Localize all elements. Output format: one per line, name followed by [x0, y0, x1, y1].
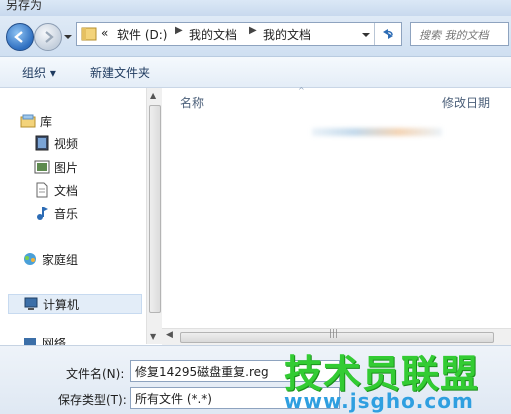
window-title: 另存为	[6, 0, 43, 12]
search-input[interactable]	[417, 24, 511, 46]
sidebar-item-pictures[interactable]: 图片	[34, 158, 78, 176]
organize-button[interactable]: 组织 ▾	[22, 64, 56, 81]
sidebar-item-library[interactable]: 库	[20, 112, 52, 130]
command-toolbar: 组织 ▾ 新建文件夹	[0, 57, 511, 88]
navigation-bar: « 软件 (D:) ▶ 我的文档 ▶ 我的文档	[0, 16, 511, 57]
filename-label: 文件名(N):	[66, 367, 125, 381]
sidebar-vertical-scrollbar[interactable]: ▲ ▼	[146, 88, 162, 344]
title-bar: 另存为	[0, 0, 511, 16]
address-overflow[interactable]: «	[101, 26, 108, 40]
sidebar-item-label: 文档	[54, 183, 79, 198]
filetype-label: 保存类型(T):	[58, 393, 127, 407]
arrow-left-icon	[14, 31, 23, 43]
file-list-pane[interactable]: 名称 ^ 修改日期	[162, 86, 511, 328]
sort-indicator-icon: ^	[298, 86, 305, 95]
homegroup-icon	[24, 253, 36, 265]
sidebar-item-label: 视频	[54, 136, 79, 151]
video-icon	[35, 135, 49, 151]
address-dropdown-icon[interactable]	[361, 29, 371, 43]
navigation-pane: 库 视频 图片 文档 音乐 家庭组 计算机 网络	[0, 88, 146, 346]
chevron-right-icon[interactable]: ▶	[249, 25, 257, 36]
sidebar-item-documents[interactable]: 文档	[34, 181, 78, 199]
scroll-left-icon[interactable]: ◀	[166, 330, 173, 340]
address-segment-drive[interactable]: 软件 (D:)	[117, 26, 167, 43]
scrollbar-thumb[interactable]	[149, 105, 161, 313]
column-header-modified[interactable]: 修改日期	[442, 94, 490, 111]
music-icon	[37, 207, 48, 220]
sidebar-item-label: 库	[40, 114, 53, 129]
scroll-up-icon[interactable]: ▲	[150, 91, 156, 100]
new-folder-button[interactable]: 新建文件夹	[90, 64, 150, 81]
refresh-icon	[383, 29, 393, 39]
chevron-right-icon[interactable]: ▶	[175, 25, 183, 36]
history-dropdown-icon[interactable]	[63, 32, 73, 42]
watermark-logo: 技术员联盟 www.jsgho.com	[276, 343, 511, 413]
sidebar-item-video[interactable]: 视频	[34, 134, 78, 152]
address-segment-current[interactable]: 我的文档	[263, 26, 311, 43]
watermark-url: www.jsgho.com	[284, 389, 474, 413]
sidebar-item-label: 图片	[54, 160, 79, 175]
search-box[interactable]	[410, 22, 511, 46]
back-button[interactable]	[6, 23, 34, 51]
forward-button[interactable]	[34, 23, 62, 51]
grip-icon: |||	[329, 329, 339, 339]
sidebar-item-homegroup[interactable]: 家庭组	[22, 250, 78, 268]
folder-icon	[81, 27, 97, 41]
sidebar-item-label: 音乐	[54, 206, 79, 221]
scroll-down-icon[interactable]: ▼	[150, 332, 156, 341]
library-icon	[20, 114, 36, 128]
empty-folder-message	[312, 128, 442, 136]
document-icon	[36, 182, 48, 198]
scrollbar-thumb[interactable]: |||	[180, 329, 494, 343]
arrow-right-icon	[45, 31, 54, 43]
refresh-button[interactable]	[374, 23, 401, 45]
sidebar-item-label: 计算机	[43, 297, 80, 312]
sidebar-item-computer[interactable]: 计算机	[8, 294, 142, 314]
address-bar[interactable]: « 软件 (D:) ▶ 我的文档 ▶ 我的文档	[76, 22, 402, 46]
address-segment-docs[interactable]: 我的文档	[189, 26, 237, 43]
computer-icon	[24, 297, 38, 310]
sidebar-item-label: 家庭组	[42, 252, 79, 267]
picture-icon	[34, 160, 50, 174]
column-header-name[interactable]: 名称	[180, 94, 204, 111]
sidebar-item-music[interactable]: 音乐	[34, 204, 78, 222]
